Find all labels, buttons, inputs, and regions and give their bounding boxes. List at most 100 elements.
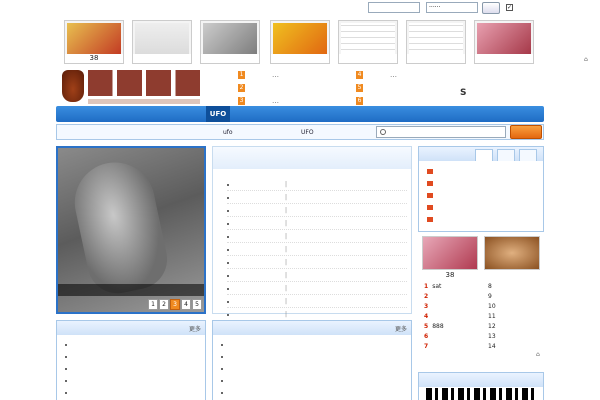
latest-item[interactable]: | [227,259,407,269]
ranked-item[interactable]: 12 [484,322,534,331]
list-item[interactable] [219,389,359,399]
list-item[interactable] [63,389,203,399]
nav-item[interactable] [60,106,80,122]
ranked-item[interactable]: 8 [484,282,534,291]
rank-title: 12 [488,323,496,330]
news-item[interactable]: 2 [238,84,338,93]
list-item[interactable] [63,377,203,387]
news-item[interactable]: 3 … [238,97,338,106]
thumb-card[interactable] [474,20,534,64]
slide-page-5[interactable]: 5 [192,299,202,310]
separator: | [285,272,288,279]
thumb-card[interactable] [132,20,192,64]
register-link[interactable] [530,4,544,11]
news-item[interactable]: 4 … [356,71,456,80]
nav-item[interactable] [130,106,156,122]
nav-item[interactable] [296,106,326,122]
thumb-card[interactable] [200,20,260,64]
site-tagline [66,3,126,11]
home-icon[interactable]: ⌂ [536,351,544,359]
home-icon[interactable]: ⌂ [584,56,592,64]
picture-card[interactable]: 38 [422,236,478,279]
nav-item-ufo[interactable]: UFO [206,106,230,122]
list-item[interactable] [63,365,203,375]
tag-link[interactable]: ufo [223,128,233,137]
ranked-item[interactable]: 13 [484,332,534,341]
thumb-card[interactable]: 38 [64,20,124,64]
search-button[interactable] [510,125,542,139]
ranked-item[interactable]: 1 sat [424,282,474,291]
ranking-tab[interactable] [475,149,493,161]
featured-slideshow[interactable]: 12345 [56,146,206,314]
ranked-item[interactable]: 3 [424,302,474,311]
nav-item[interactable] [328,106,358,122]
slide-page-1[interactable]: 1 [148,299,158,310]
thumb-card[interactable] [338,20,398,64]
tag-link[interactable]: UFO [301,128,314,137]
ranked-item[interactable]: 11 [484,312,534,321]
box-header [419,373,543,387]
ranking-tab[interactable] [519,149,537,161]
picture-card[interactable] [484,236,540,270]
list-item[interactable] [63,341,203,351]
latest-item[interactable]: | [227,272,407,282]
latest-item[interactable]: | [227,181,407,191]
list-item[interactable] [219,353,359,363]
nav-item[interactable] [82,106,128,122]
list-item[interactable] [63,353,203,363]
bullet-icon [227,236,229,238]
latest-item[interactable]: | [227,220,407,230]
right-link[interactable] [528,82,548,93]
news-item[interactable]: 1 … [238,71,338,80]
thumb-caption [407,54,465,63]
rank-title: sat [432,283,442,290]
right-link[interactable] [528,71,548,82]
ranked-item[interactable]: 5 888 [424,322,474,331]
ranked-item[interactable]: 10 [484,302,534,311]
ranked-item[interactable]: 14 [484,342,534,351]
slide-page-4[interactable]: 4 [181,299,191,310]
latest-item[interactable]: | [227,194,407,204]
nav-item[interactable] [158,106,204,122]
thumb-card[interactable] [406,20,466,64]
username-input[interactable] [368,2,420,13]
more-link[interactable]: 更多 [395,324,407,333]
news-number: 1 [238,71,245,79]
list-item[interactable] [219,377,359,387]
latest-item[interactable]: | [227,207,407,217]
rank-title: 13 [488,333,496,340]
bullet-icon [227,275,229,277]
news-item[interactable]: 6 [356,97,456,106]
site-logo[interactable] [60,68,204,108]
ranked-item[interactable]: 7 [424,342,474,351]
list-item[interactable] [219,341,359,351]
thumb-card[interactable] [270,20,330,64]
slide-page-3[interactable]: 3 [170,299,180,310]
list-item[interactable] [219,365,359,375]
ranking-tab[interactable] [497,149,515,161]
latest-item[interactable]: | [227,246,407,256]
picture-row: 38 [422,236,542,280]
separator: | [285,285,288,292]
separator: | [285,181,288,188]
search-input[interactable] [376,126,506,138]
right-link[interactable] [528,93,548,104]
news-item[interactable]: 5 [356,84,456,93]
rank-number: 6 [424,333,429,340]
slide-page-2[interactable]: 2 [159,299,169,310]
latest-item[interactable]: | [227,298,407,308]
ranked-item[interactable]: 2 [424,292,474,301]
latest-item[interactable]: | [227,233,407,243]
nav-item[interactable] [232,106,262,122]
bullet-icon [65,392,67,394]
login-button[interactable] [482,2,500,14]
more-link[interactable]: 更多 [189,324,201,333]
ranked-item[interactable]: 9 [484,292,534,301]
password-input[interactable] [426,2,478,13]
ranked-item[interactable]: 4 [424,312,474,321]
separator: | [285,194,288,201]
ranked-item[interactable]: 6 [424,332,474,341]
latest-item[interactable]: | [227,285,407,295]
nav-item[interactable] [264,106,294,122]
remember-checkbox[interactable]: ✓ [506,4,513,11]
